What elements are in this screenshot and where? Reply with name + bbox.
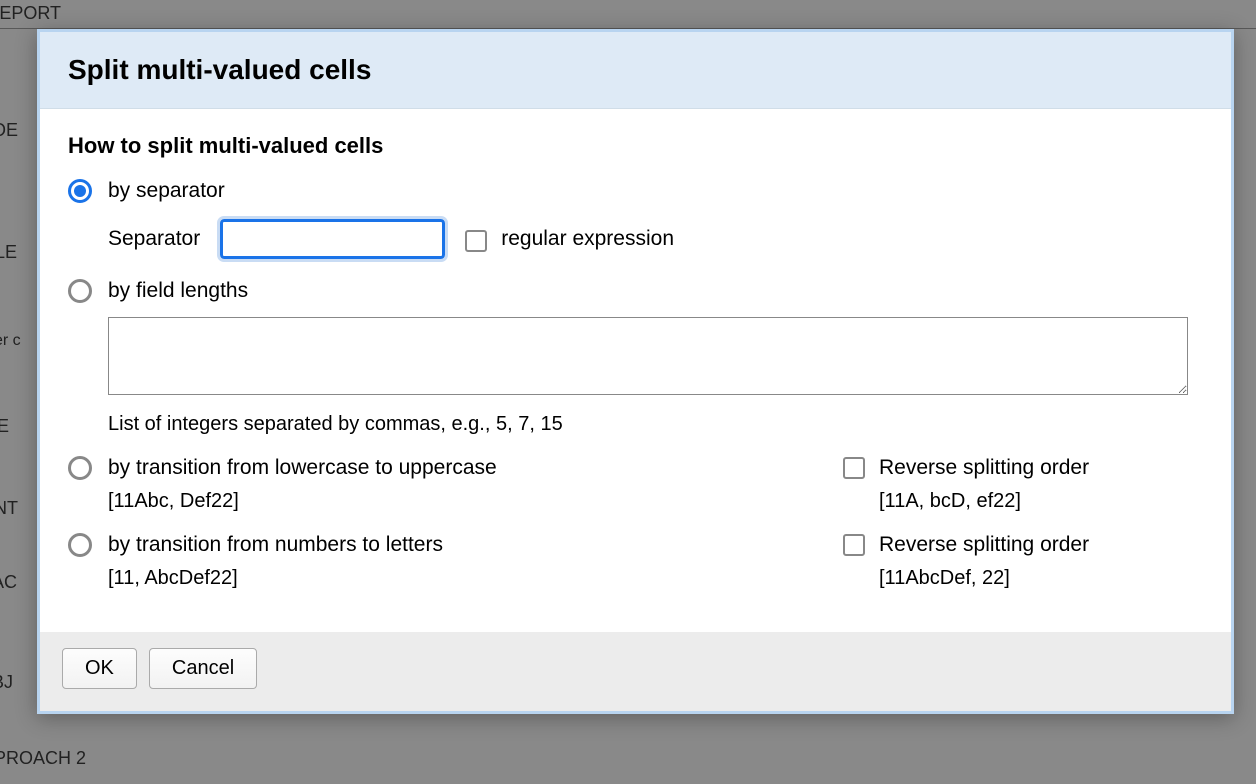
radio-by-separator[interactable] [68, 179, 92, 203]
dialog-body: How to split multi-valued cells by separ… [40, 109, 1231, 632]
option-by-field-lengths: by field lengths [68, 277, 1203, 305]
separator-label: Separator [108, 225, 200, 253]
label-by-num-letter-transition: by transition from numbers to letters [108, 531, 443, 559]
checkbox-regex[interactable] [465, 230, 487, 252]
checkbox-reverse-case[interactable] [843, 457, 865, 479]
option-by-case-transition-block: by transition from lowercase to uppercas… [68, 454, 1203, 531]
dialog-title: Split multi-valued cells [68, 54, 1203, 86]
label-reverse-case: Reverse splitting order [879, 454, 1089, 482]
label-by-field-lengths: by field lengths [108, 277, 248, 305]
cancel-button[interactable]: Cancel [149, 648, 257, 689]
option-by-num-letter-transition-block: by transition from numbers to letters [1… [68, 531, 1203, 608]
ok-button[interactable]: OK [62, 648, 137, 689]
separator-input[interactable] [220, 219, 445, 259]
radio-by-case-transition[interactable] [68, 456, 92, 480]
field-lengths-input[interactable] [108, 317, 1188, 395]
dialog-header: Split multi-valued cells [40, 32, 1231, 109]
checkbox-reverse-num-letter[interactable] [843, 534, 865, 556]
label-by-separator: by separator [108, 177, 225, 205]
radio-by-num-letter-transition[interactable] [68, 533, 92, 557]
example-reverse-case: [11A, bcD, ef22] [879, 490, 1203, 513]
dialog-footer: OK Cancel [40, 632, 1231, 711]
label-by-case-transition: by transition from lowercase to uppercas… [108, 454, 497, 482]
example-num-letter-transition: [11, AbcDef22] [108, 567, 843, 590]
field-lengths-block: List of integers separated by commas, e.… [108, 317, 1203, 436]
field-lengths-hint: List of integers separated by commas, e.… [108, 413, 1203, 436]
example-reverse-num-letter: [11AbcDef, 22] [879, 567, 1203, 590]
section-title: How to split multi-valued cells [68, 133, 1203, 159]
option-by-separator: by separator [68, 177, 1203, 205]
label-reverse-num-letter: Reverse splitting order [879, 531, 1089, 559]
separator-controls: Separator regular expression [108, 219, 1203, 259]
label-regex: regular expression [501, 225, 674, 253]
example-case-transition: [11Abc, Def22] [108, 490, 843, 513]
split-cells-dialog: Split multi-valued cells How to split mu… [37, 29, 1234, 714]
radio-by-field-lengths[interactable] [68, 279, 92, 303]
